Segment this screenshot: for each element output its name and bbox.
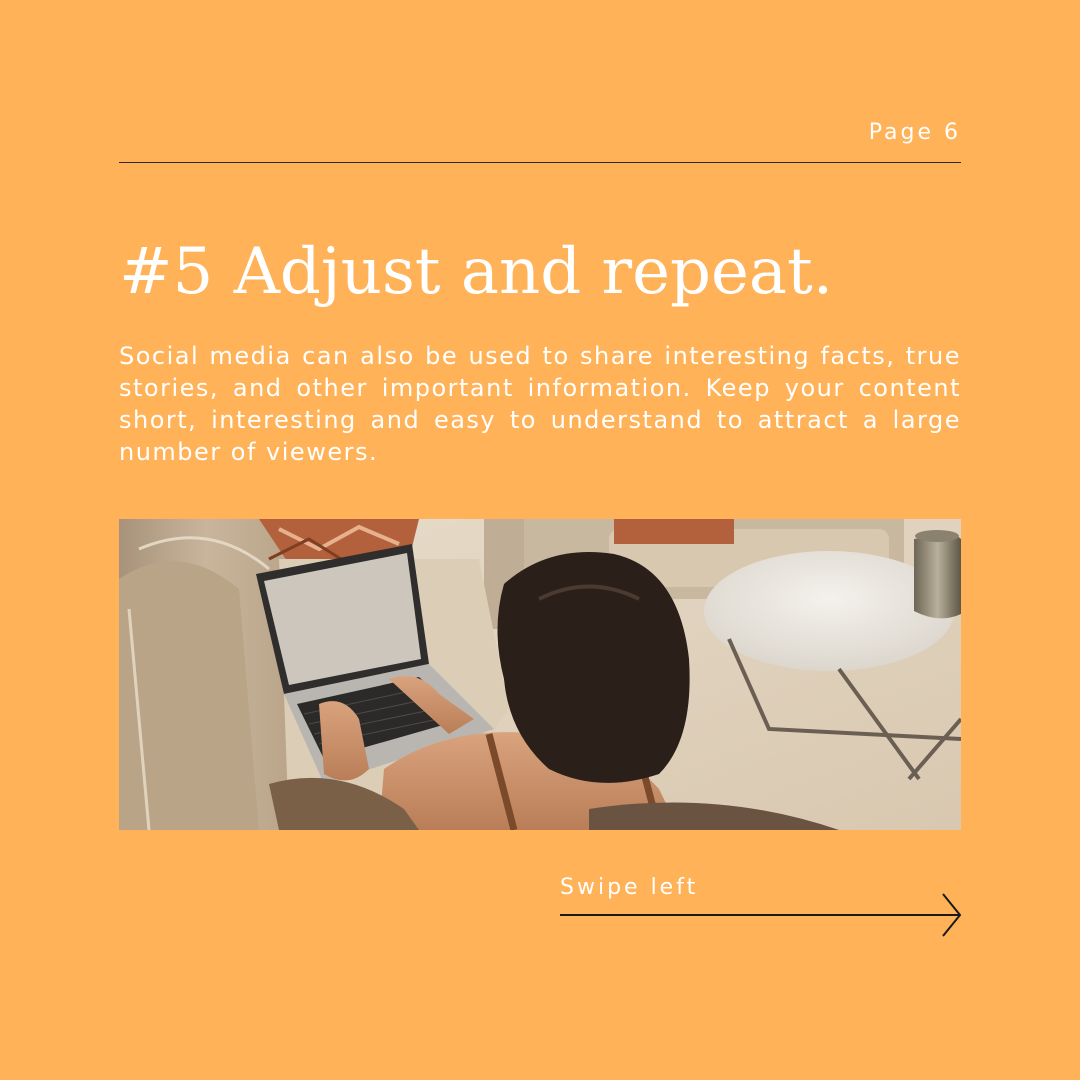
top-divider — [119, 162, 961, 163]
page-number: Page 6 — [868, 120, 961, 145]
laptop-photo — [119, 519, 961, 830]
arrow-right-icon[interactable] — [560, 892, 962, 938]
page-title: #5 Adjust and repeat. — [119, 235, 834, 309]
body-paragraph: Social media can also be used to share i… — [119, 342, 961, 466]
